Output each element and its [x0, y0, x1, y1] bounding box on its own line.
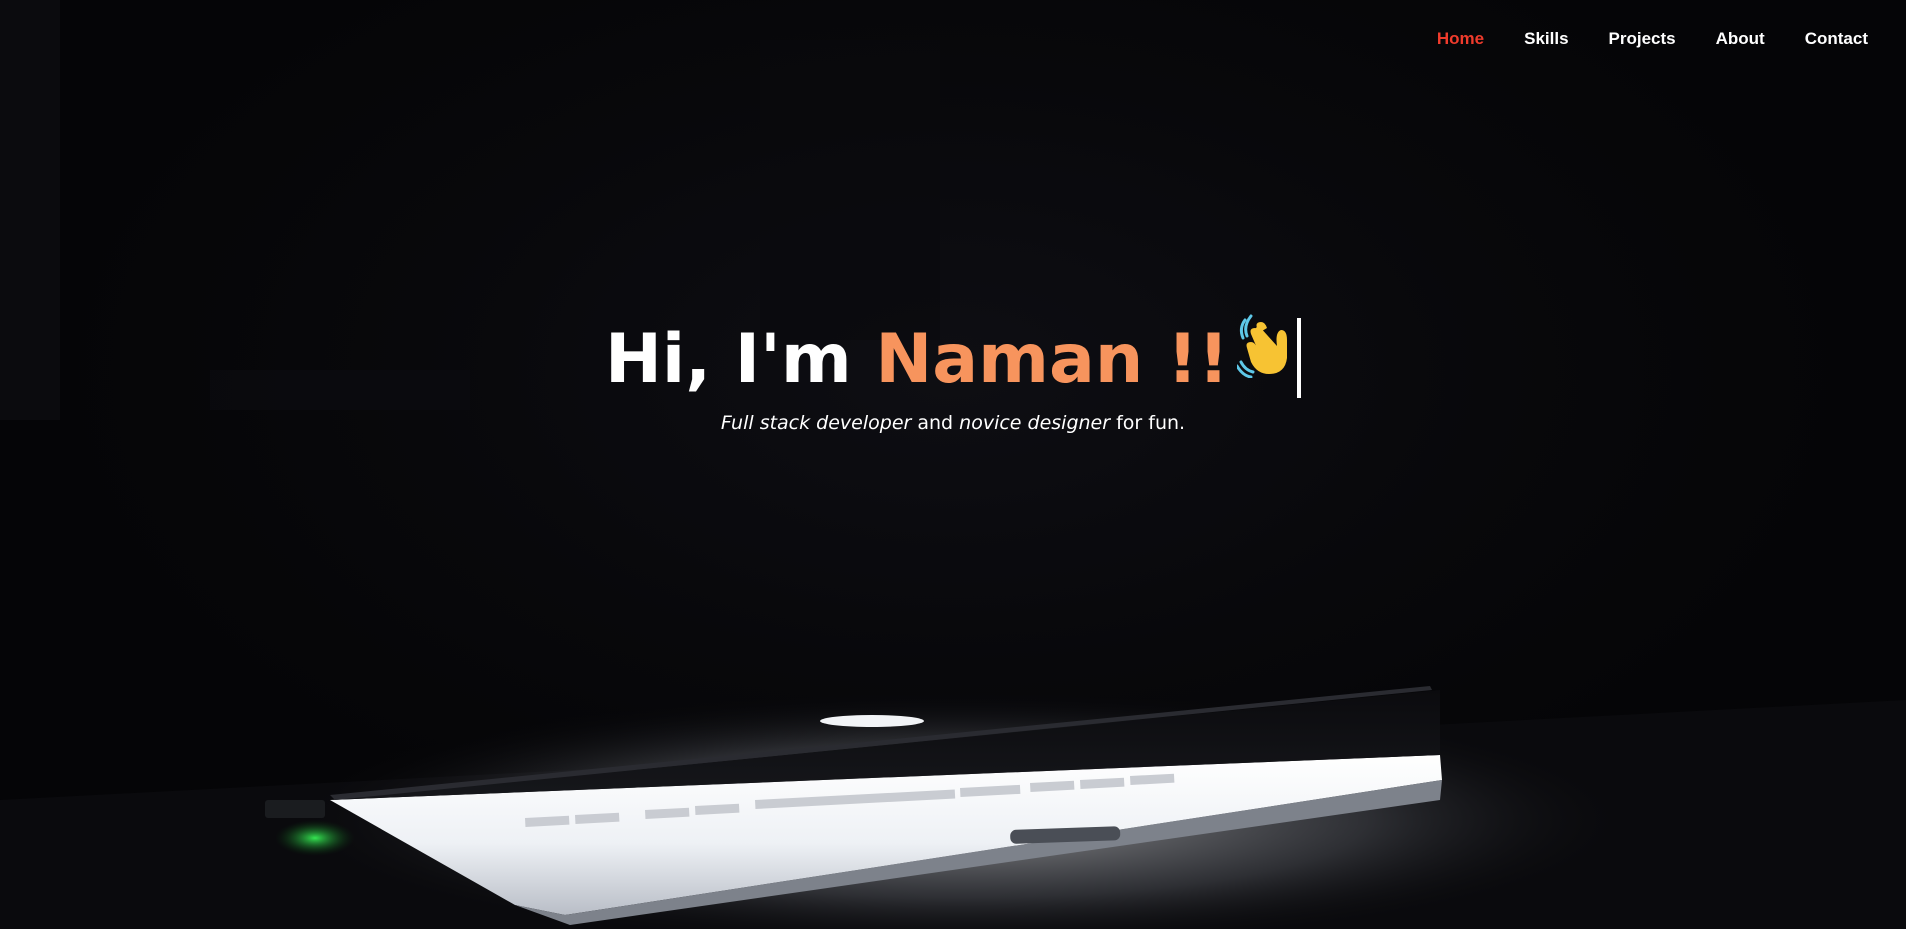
- typing-cursor: [1297, 318, 1302, 399]
- nav-projects-link[interactable]: Projects: [1609, 29, 1676, 49]
- hero-headline: Hi, I'm Naman !!: [0, 314, 1906, 405]
- nav-home-link[interactable]: Home: [1437, 29, 1484, 49]
- subtitle-suffix: for fun.: [1110, 412, 1186, 434]
- hero-subtitle: Full stack developer and novice designer…: [0, 412, 1906, 434]
- top-nav: Home Skills Projects About Contact: [1397, 0, 1906, 78]
- nav-about-link[interactable]: About: [1716, 29, 1765, 49]
- nav-contact-link[interactable]: Contact: [1805, 29, 1868, 49]
- subtitle-role-2: novice designer: [959, 412, 1111, 434]
- subtitle-connector: and: [911, 412, 960, 434]
- hero-section: Home Skills Projects About Contact Hi, I…: [0, 0, 1906, 929]
- nav-skills-link[interactable]: Skills: [1524, 29, 1568, 49]
- subtitle-role-1: Full stack developer: [720, 412, 912, 434]
- waving-hand-icon: [1235, 311, 1295, 401]
- name-text: Naman !!: [875, 320, 1230, 399]
- laptop-glow-image: [0, 0, 1906, 929]
- greeting-text: Hi, I'm: [604, 320, 876, 399]
